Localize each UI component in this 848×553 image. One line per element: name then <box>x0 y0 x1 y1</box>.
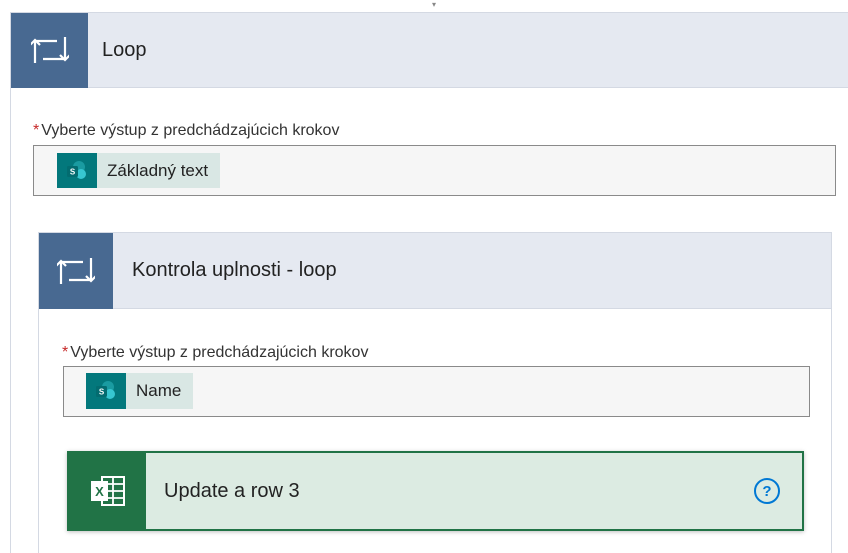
action-title: Update a row 3 <box>164 479 300 502</box>
required-mark: * <box>33 122 40 139</box>
loop-icon <box>39 232 113 309</box>
nested-loop-output-input[interactable]: S Name <box>63 366 810 417</box>
loop-card: Loop * Vyberte výstup z predchádzajúcich … <box>10 12 848 553</box>
nested-loop-card-header[interactable]: Kontrola uplnosti - loop <box>39 232 831 309</box>
dynamic-content-token[interactable]: S Name <box>86 373 194 409</box>
loop-icon <box>11 12 88 88</box>
loop-card-header[interactable]: Loop <box>11 12 848 88</box>
loop-field-label-text: Vyberte výstup z predchádzajúcich krokov <box>41 122 340 139</box>
nested-loop-field-label-text: Vyberte výstup z predchádzajúcich krokov <box>70 344 369 361</box>
excel-icon: X <box>69 453 146 529</box>
nested-loop-card: Kontrola uplnosti - loop * Vyberte výstup… <box>38 232 832 553</box>
loop-field-label: * Vyberte výstup z predchádzajúcich kroko… <box>33 122 339 140</box>
loop-output-input[interactable]: S Základný text <box>33 145 836 196</box>
connector-arrow-icon: ▾ <box>431 0 436 9</box>
loop-title: Loop <box>102 38 147 61</box>
required-mark: * <box>62 344 69 361</box>
svg-text:X: X <box>95 484 104 499</box>
dynamic-content-token[interactable]: S Základný text <box>57 153 221 188</box>
token-label: Name <box>136 381 182 400</box>
sharepoint-icon: S <box>57 153 97 188</box>
update-row-action-card[interactable]: X Update a row 3 ? <box>67 451 804 531</box>
token-label: Základný text <box>107 160 209 180</box>
help-icon[interactable]: ? <box>754 478 780 504</box>
nested-loop-title: Kontrola uplnosti - loop <box>132 259 337 281</box>
svg-text:S: S <box>99 388 105 397</box>
nested-loop-field-label: * Vyberte výstup z predchádzajúcich kroko… <box>62 344 368 362</box>
sharepoint-icon: S <box>86 373 126 409</box>
svg-text:S: S <box>70 167 76 176</box>
